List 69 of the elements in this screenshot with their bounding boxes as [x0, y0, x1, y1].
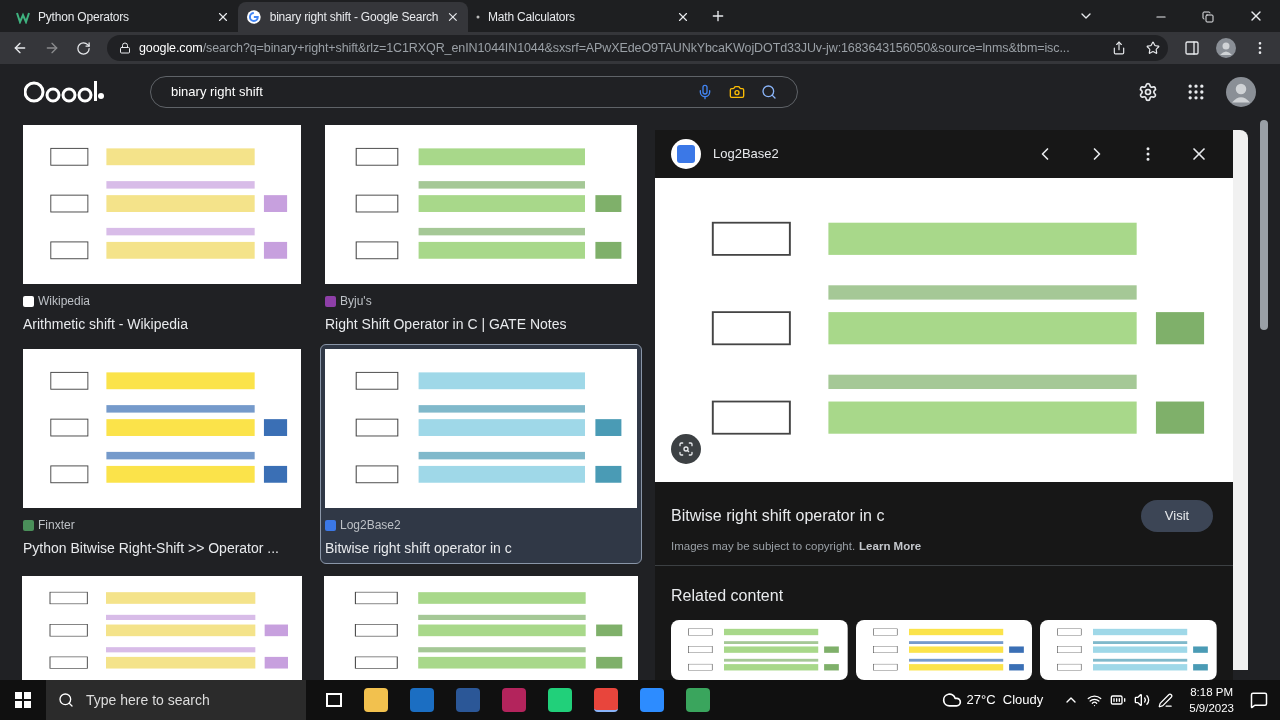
app-icon[interactable] [594, 688, 618, 712]
page-scrollbar[interactable] [1260, 120, 1268, 330]
close-icon[interactable] [446, 10, 460, 24]
taskbar-search-field[interactable]: Type here to search [46, 680, 306, 720]
search-icon [58, 692, 74, 708]
side-panel-icon[interactable] [1184, 40, 1200, 56]
search-text: binary right shift [171, 83, 264, 102]
forward-icon[interactable] [44, 40, 60, 56]
search-field[interactable]: binary right shift [150, 76, 798, 108]
windows-icon[interactable] [15, 692, 31, 708]
browser-tab[interactable]: Math Calculators [468, 2, 698, 32]
result-title: Right Shift Operator in C | GATE Notes [325, 315, 568, 334]
image-result[interactable]: Wikipedia Arithmetic shift - Wikipedia [18, 120, 306, 340]
learn-more-link[interactable]: Learn More [859, 537, 922, 555]
scrollbar[interactable] [1233, 130, 1248, 670]
reload-icon[interactable] [76, 40, 91, 56]
source-name: Log2Base2 [340, 517, 401, 534]
image-result[interactable]: Byju's Right Shift Operator in C | GATE Notes [320, 120, 642, 340]
volume-icon[interactable] [1134, 692, 1151, 708]
apps-icon[interactable] [1186, 82, 1206, 102]
clock-date[interactable]: 5/9/2023 [1189, 700, 1234, 716]
network-icon[interactable] [1087, 692, 1103, 708]
site-icon [16, 10, 30, 24]
address-field[interactable]: google.com/search?q=binary+right+shift&rlz=1C1RXQR_enIN1044IN1044&sxsrf=APwXEdeO9TAUNkYbcaKWojDOTd33JUv-jw:1683643156050&source=lnms&tbm=isc... [107, 35, 1168, 61]
result-title: Python Bitwise Right-Shift >> Operator ... [23, 539, 280, 558]
battery-icon[interactable] [1110, 692, 1127, 708]
restore-icon[interactable] [1202, 11, 1214, 23]
task-view-icon[interactable] [326, 693, 342, 707]
weather-text[interactable]: 27°C Cloudy [966, 690, 1044, 710]
back-icon[interactable] [12, 40, 28, 56]
browser-tab[interactable]: Python Operators [8, 2, 238, 32]
bookmark-icon[interactable] [1146, 41, 1160, 55]
close-icon[interactable] [676, 10, 690, 24]
notification-icon[interactable] [1250, 691, 1268, 709]
tab-title: Python Operators [38, 9, 130, 26]
site-icon [671, 138, 701, 169]
app-icon[interactable] [364, 688, 388, 712]
source-name: Finxter [38, 517, 75, 534]
search-icon[interactable] [761, 84, 777, 100]
mic-icon[interactable] [697, 84, 713, 100]
avatar[interactable] [1226, 77, 1256, 107]
camera-icon[interactable] [729, 84, 745, 100]
new-tab-icon[interactable] [710, 8, 726, 24]
tab-title: Math Calculators [488, 9, 576, 26]
result-title: Arithmetic shift - Wikipedia [23, 315, 189, 334]
source-name: Wikipedia [38, 293, 91, 310]
google-icon [246, 9, 262, 25]
weather-icon [942, 690, 963, 710]
result-title: Bitwise right shift operator in c [325, 539, 513, 558]
settings-icon[interactable] [1138, 82, 1158, 102]
browser-tab[interactable]: binary right shift - Google Search [238, 2, 468, 32]
loading-icon [476, 15, 480, 19]
pen-icon[interactable] [1158, 692, 1174, 708]
clock-time[interactable]: 8:18 PM [1190, 684, 1234, 700]
visit-button[interactable]: Visit [1141, 499, 1213, 532]
avatar[interactable] [1216, 38, 1236, 58]
image-result[interactable]: Finxter Python Bitwise Right-Shift >> Operator ... [18, 344, 306, 564]
source-name: Byju's [340, 293, 372, 310]
tab-title: binary right shift - Google Search [269, 9, 439, 26]
url-text: google.com/search?q=binary+right+shift&rlz=1C1RXQR_enIN1044IN1044&sxsrf=APwXEdeO9TAUNkYbcaKWojDOTd33JUv-jw:1683643156050&source=lnms&tbm=isc... [139, 39, 1070, 57]
close-icon[interactable] [216, 10, 230, 24]
lens-icon [678, 440, 694, 457]
lock-icon [119, 42, 131, 54]
copyright-notice: Images may be subject to copyright. [671, 538, 856, 554]
share-icon[interactable] [1112, 41, 1126, 55]
section-heading: Related content [670, 586, 785, 606]
source-name: Log2Base2 [713, 145, 780, 164]
preview-title: Bitwise right shift operator in c [671, 505, 886, 526]
image-result[interactable]: Log2Base2 Bitwise right shift operator in c [320, 344, 642, 564]
